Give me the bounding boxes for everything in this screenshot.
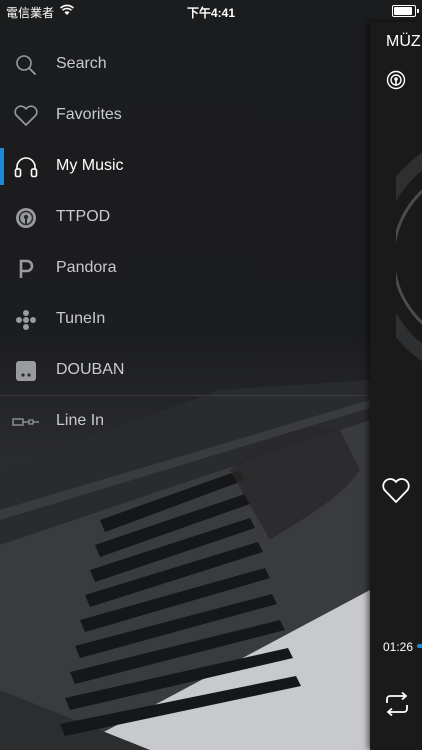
sidebar-item-label: TTPOD [56, 208, 111, 225]
sidebar-item-label: DOUBAN [56, 361, 125, 378]
sidebar-item-tunein[interactable]: TuneIn [0, 294, 370, 345]
line-in-icon [12, 409, 40, 435]
sidebar-item-label: Line In [56, 412, 105, 429]
sidebar-item-my-music[interactable]: My Music [0, 141, 370, 192]
progress-bar[interactable] [417, 644, 422, 648]
player-title: MÜZ [386, 33, 421, 50]
pandora-icon [12, 256, 40, 282]
album-art-disc [370, 142, 422, 377]
battery-icon [392, 5, 419, 17]
status-bar: 電信業者 下午4:41 [0, 0, 422, 22]
podcast-icon [12, 205, 40, 231]
tunein-icon [12, 307, 40, 333]
sidebar-item-search[interactable]: Search [0, 39, 370, 90]
sidebar-item-favorites[interactable]: Favorites [0, 90, 370, 141]
status-time: 下午4:41 [186, 6, 236, 20]
headphones-icon [12, 154, 40, 180]
douban-icon [12, 358, 40, 384]
sidebar-item-label: My Music [56, 157, 124, 174]
search-icon [12, 52, 40, 78]
sidebar-item-douban[interactable]: DOUBAN [0, 345, 370, 396]
podcast-icon[interactable] [386, 70, 406, 95]
sidebar-menu: Search Favorites My Music TTPOD Pandora … [0, 22, 370, 750]
sidebar-item-pandora[interactable]: Pandora [0, 243, 370, 294]
sidebar-item-label: Favorites [56, 106, 122, 123]
elapsed-time: 01:26 [383, 640, 414, 654]
sidebar-item-line-in[interactable]: Line In [0, 396, 370, 447]
sidebar-item-ttpod[interactable]: TTPOD [0, 192, 370, 243]
now-playing-panel[interactable]: MÜZ 01:26 [370, 22, 422, 750]
active-indicator [0, 148, 4, 185]
sidebar-item-label: Pandora [56, 259, 117, 276]
heart-icon [12, 103, 40, 129]
sidebar-item-label: TuneIn [56, 310, 106, 327]
sidebar-item-label: Search [56, 55, 107, 72]
heart-icon[interactable] [381, 477, 411, 510]
repeat-icon[interactable] [383, 691, 411, 722]
